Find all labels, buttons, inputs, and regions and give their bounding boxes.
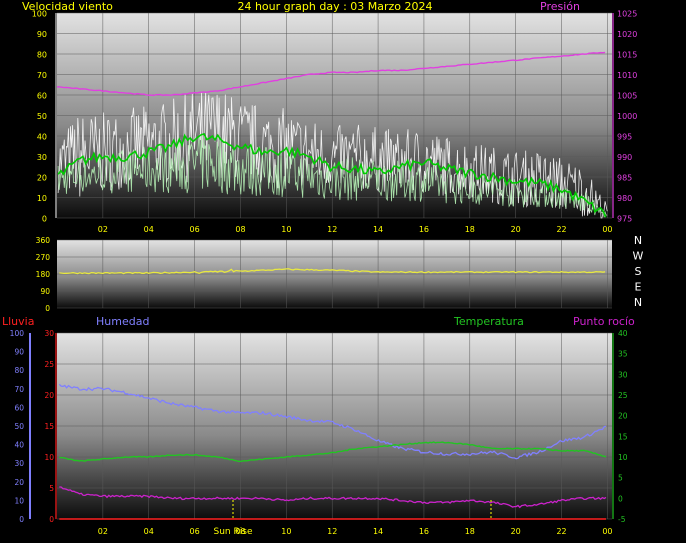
rain-y-tick-label: 10 bbox=[44, 453, 54, 462]
rain-y-tick-label: 15 bbox=[44, 422, 54, 431]
climate-x-tick-label: 06 bbox=[190, 527, 200, 536]
pressure-y-tick-label: 990 bbox=[617, 153, 632, 162]
humidity-y-tick-label: 30 bbox=[14, 459, 24, 468]
sunrise-label: Sun Rise bbox=[214, 527, 253, 537]
rain-y-tick-label: 5 bbox=[49, 484, 54, 493]
direction-y-tick-label: 90 bbox=[40, 287, 50, 296]
temperature-y-tick-label: 15 bbox=[618, 432, 628, 441]
wind-x-tick-label: 18 bbox=[465, 225, 475, 234]
climate-x-tick-label: 22 bbox=[556, 527, 566, 536]
wind-y-tick-label: 90 bbox=[37, 30, 47, 39]
wind-x-tick-label: 16 bbox=[419, 225, 429, 234]
wind-x-tick-label: 00 bbox=[602, 225, 612, 234]
pressure-y-tick-label: 995 bbox=[617, 133, 632, 142]
pressure-y-tick-label: 1010 bbox=[617, 71, 637, 80]
wind-y-tick-label: 0 bbox=[42, 215, 47, 224]
wind-x-tick-label: 10 bbox=[281, 225, 291, 234]
wind-x-tick-label: 12 bbox=[327, 225, 337, 234]
weather-24h-chart: Velocidad viento 24 hour graph day : 03 … bbox=[2, 0, 644, 537]
dewpoint-axis-label: Punto rocío bbox=[573, 315, 635, 328]
wind-y-tick-label: 20 bbox=[37, 174, 47, 183]
rain-axis-label: Lluvia bbox=[2, 315, 34, 328]
compass-label: S bbox=[635, 265, 642, 278]
temperature-y-tick-label: 5 bbox=[618, 474, 623, 483]
humidity-y-tick-label: 20 bbox=[14, 478, 24, 487]
compass-label: W bbox=[633, 250, 644, 263]
pressure-y-tick-label: 975 bbox=[617, 215, 632, 224]
wind-x-tick-label: 22 bbox=[556, 225, 566, 234]
direction-y-tick-label: 0 bbox=[45, 304, 50, 313]
wind-y-tick-label: 40 bbox=[37, 133, 47, 142]
pressure-y-tick-label: 1015 bbox=[617, 51, 637, 60]
wind-y-tick-label: 10 bbox=[37, 194, 47, 203]
pressure-y-tick-label: 1000 bbox=[617, 112, 637, 121]
humidity-y-tick-label: 90 bbox=[14, 348, 24, 357]
pressure-axis-label: Presión bbox=[540, 0, 580, 13]
wind-x-tick-label: 20 bbox=[511, 225, 521, 234]
direction-y-tick-label: 270 bbox=[36, 253, 51, 262]
temperature-y-tick-label: 30 bbox=[618, 370, 628, 379]
wind-y-tick-label: 80 bbox=[37, 51, 47, 60]
temperature-y-tick-label: 25 bbox=[618, 391, 628, 400]
temperature-axis-label: Temperatura bbox=[453, 315, 524, 328]
climate-x-tick-label: 00 bbox=[602, 527, 612, 536]
humidity-y-tick-label: 10 bbox=[14, 496, 24, 505]
temperature-y-tick-label: -5 bbox=[618, 515, 626, 524]
compass-label: N bbox=[634, 296, 642, 309]
wind-x-tick-label: 14 bbox=[373, 225, 383, 234]
chart-title: 24 hour graph day : 03 Marzo 2024 bbox=[237, 0, 432, 13]
pressure-y-tick-label: 1025 bbox=[617, 10, 637, 19]
direction-y-tick-label: 360 bbox=[36, 236, 51, 245]
climate-x-tick-label: 12 bbox=[327, 527, 337, 536]
compass-label: E bbox=[635, 281, 642, 294]
climate-x-tick-label: 04 bbox=[144, 527, 154, 536]
humidity-y-tick-label: 100 bbox=[10, 329, 25, 338]
wind-y-tick-label: 30 bbox=[37, 153, 47, 162]
temperature-y-tick-label: 0 bbox=[618, 494, 623, 503]
humidity-axis-label: Humedad bbox=[96, 315, 149, 328]
humidity-y-tick-label: 40 bbox=[14, 441, 24, 450]
humidity-y-tick-label: 80 bbox=[14, 366, 24, 375]
wind-y-tick-label: 60 bbox=[37, 92, 47, 101]
climate-x-tick-label: 02 bbox=[98, 527, 108, 536]
humidity-y-tick-label: 0 bbox=[19, 515, 24, 524]
compass-label: N bbox=[634, 234, 642, 247]
wind-y-tick-label: 50 bbox=[37, 112, 47, 121]
rain-y-tick-label: 20 bbox=[44, 391, 54, 400]
climate-x-tick-label: 14 bbox=[373, 527, 383, 536]
pressure-y-tick-label: 980 bbox=[617, 194, 632, 203]
climate-x-tick-label: 18 bbox=[465, 527, 475, 536]
climate-x-tick-label: 16 bbox=[419, 527, 429, 536]
wind-x-tick-label: 06 bbox=[190, 225, 200, 234]
wind-y-tick-label: 70 bbox=[37, 71, 47, 80]
humidity-y-tick-label: 60 bbox=[14, 403, 24, 412]
temperature-y-tick-label: 20 bbox=[618, 412, 628, 421]
wind-x-tick-label: 08 bbox=[235, 225, 245, 234]
wind-x-tick-label: 04 bbox=[144, 225, 154, 234]
humidity-y-tick-label: 50 bbox=[14, 422, 24, 431]
pressure-y-tick-label: 1005 bbox=[617, 92, 637, 101]
climate-x-tick-label: 20 bbox=[511, 527, 521, 536]
temperature-y-tick-label: 35 bbox=[618, 350, 628, 359]
rain-y-tick-label: 0 bbox=[49, 515, 54, 524]
temperature-y-tick-label: 40 bbox=[618, 329, 628, 338]
climate-x-tick-label: 10 bbox=[281, 527, 291, 536]
direction-y-tick-label: 180 bbox=[36, 270, 51, 279]
rain-y-tick-label: 30 bbox=[44, 329, 54, 338]
wind-x-tick-label: 02 bbox=[98, 225, 108, 234]
temperature-y-tick-label: 10 bbox=[618, 453, 628, 462]
pressure-y-tick-label: 985 bbox=[617, 174, 632, 183]
humidity-y-tick-label: 70 bbox=[14, 385, 24, 394]
rain-y-tick-label: 25 bbox=[44, 360, 54, 369]
pressure-y-tick-label: 1020 bbox=[617, 30, 637, 39]
wind-y-tick-label: 100 bbox=[32, 10, 47, 19]
